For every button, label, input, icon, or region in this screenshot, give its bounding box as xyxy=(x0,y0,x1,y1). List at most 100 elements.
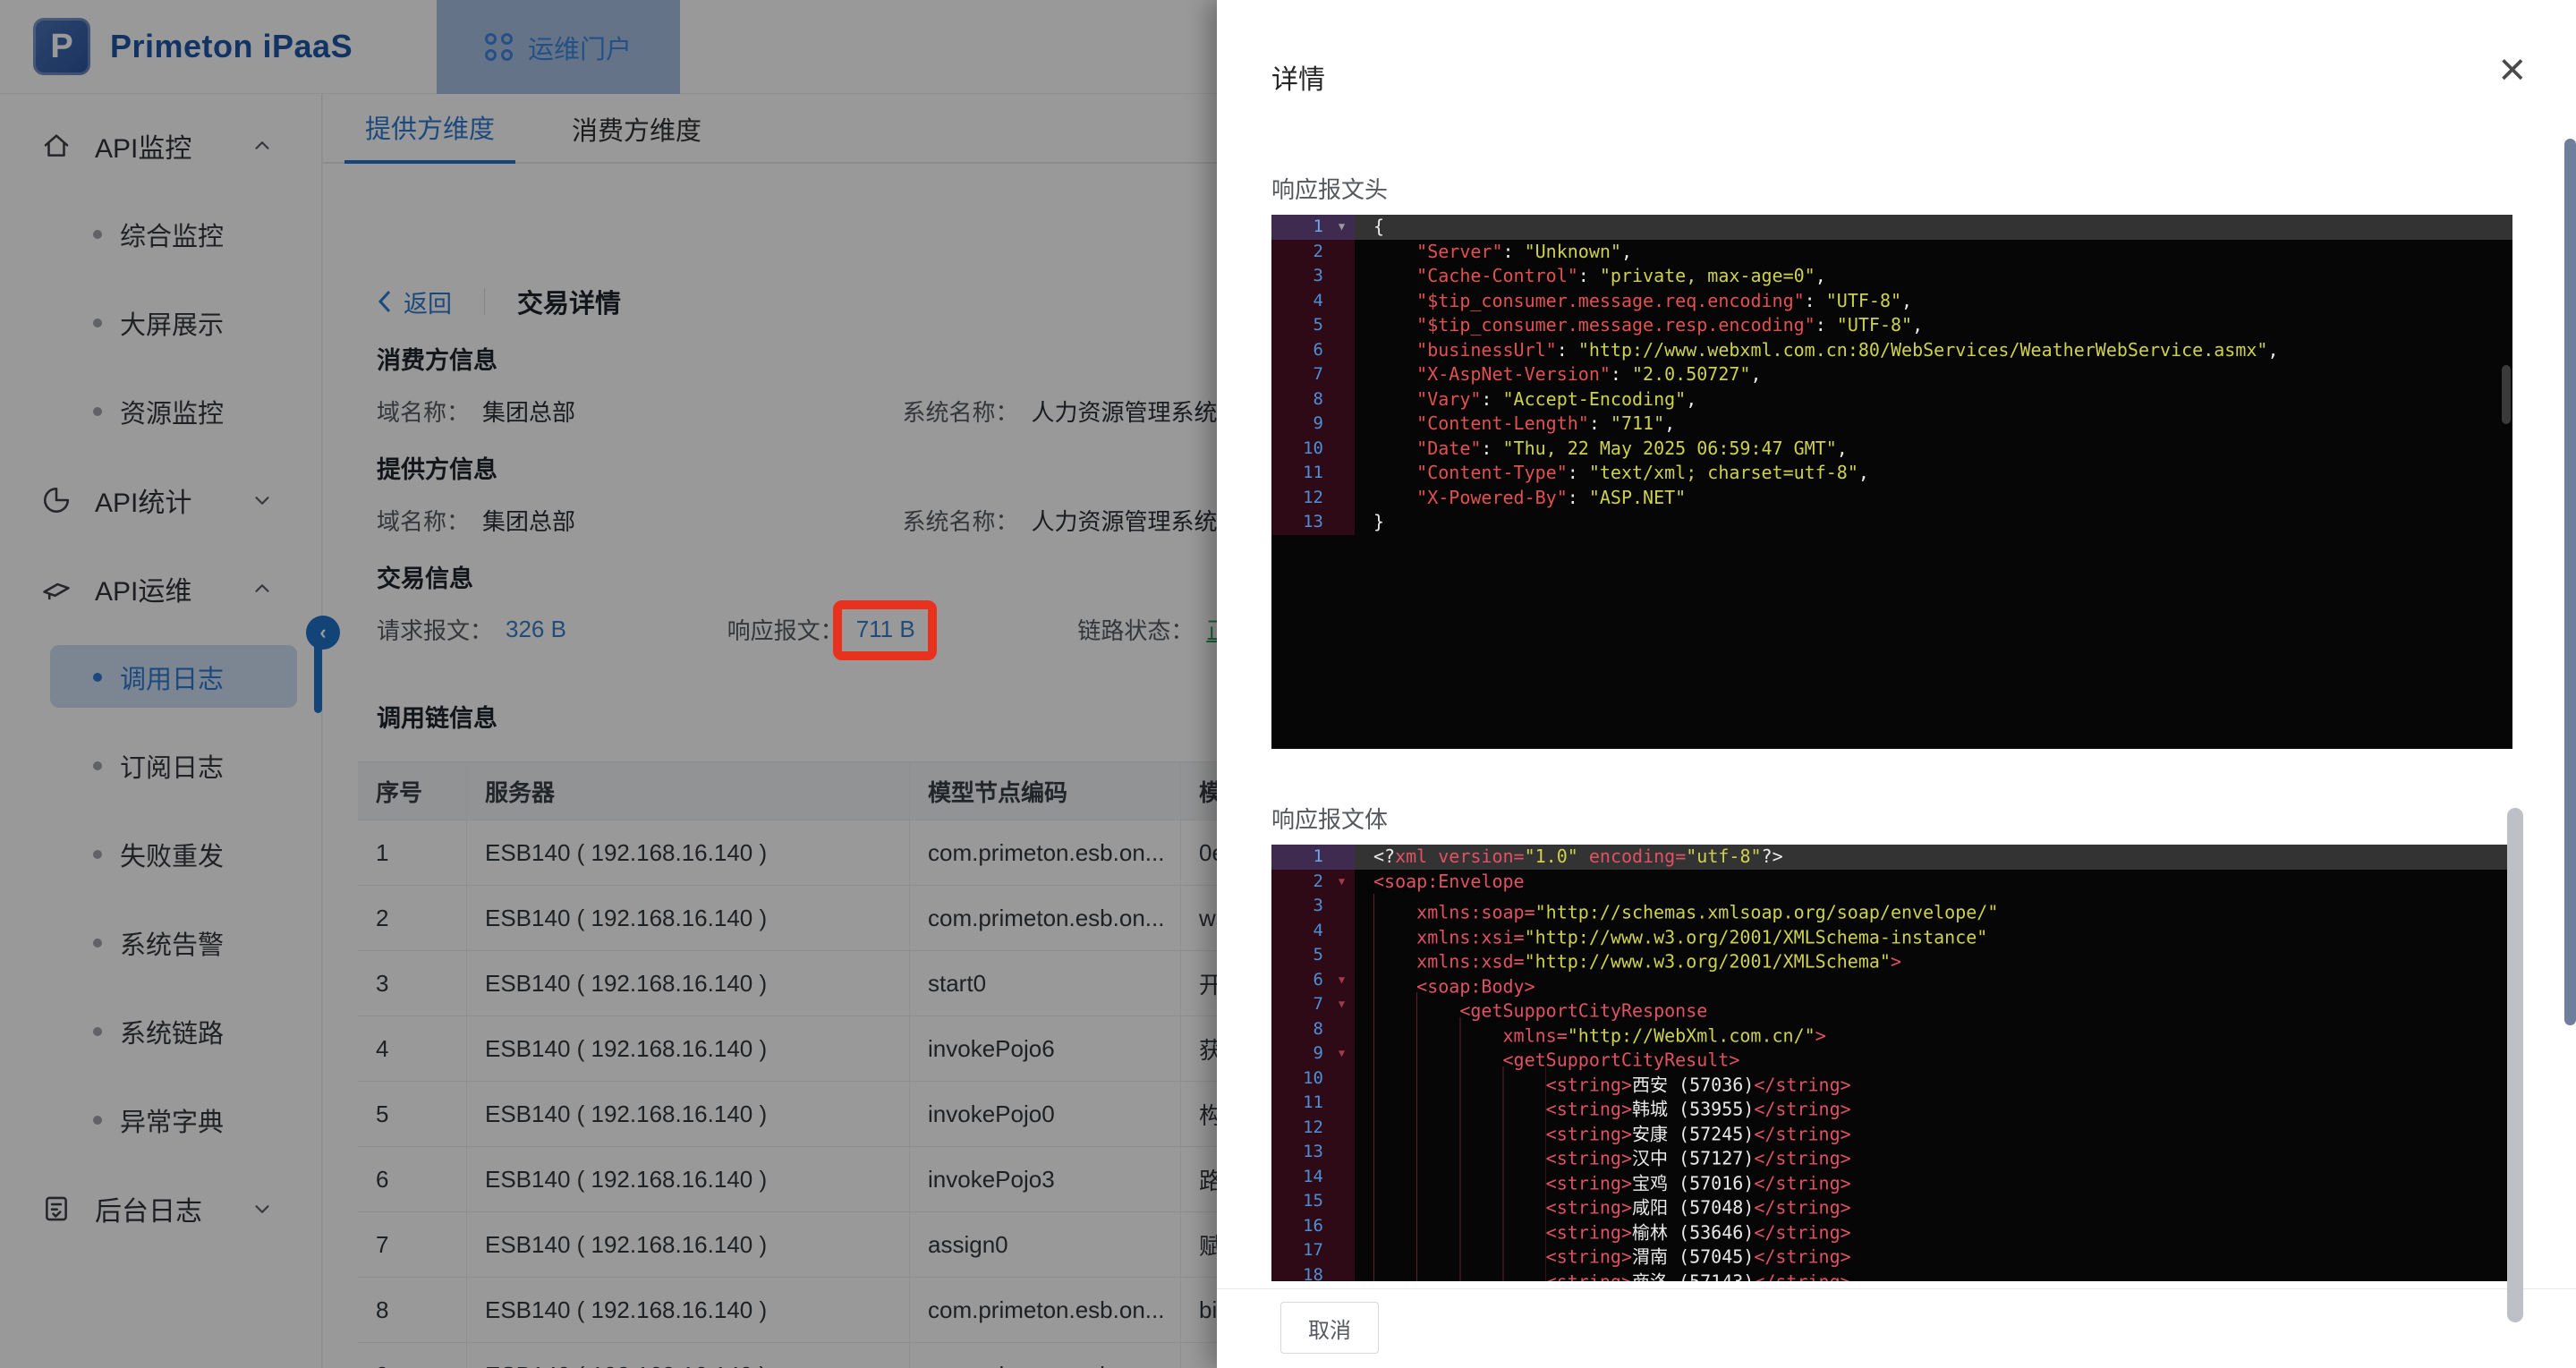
fold-gutter xyxy=(1329,1066,1355,1091)
token: "ASP.NET" xyxy=(1588,486,1687,508)
indent-guides xyxy=(1373,894,1417,919)
indent-guides xyxy=(1373,1140,1546,1165)
token: "Date" xyxy=(1416,437,1482,459)
fold-gutter xyxy=(1329,1115,1355,1140)
token: : xyxy=(1481,437,1503,459)
code-line: 13} xyxy=(1271,510,2512,535)
fold-gutter xyxy=(1329,362,1355,387)
fold-arrow-icon[interactable]: ▼ xyxy=(1329,967,1355,992)
code-line: 4 "$tip_consumer.message.req.encoding": … xyxy=(1271,288,2512,313)
token: : xyxy=(1556,338,1578,361)
token: > xyxy=(1890,950,1902,973)
line-number: 15 xyxy=(1271,1189,1329,1214)
page-scrollbar-thumb[interactable] xyxy=(2564,139,2576,1025)
token: "businessUrl" xyxy=(1416,338,1557,361)
token: , xyxy=(1901,289,1913,311)
indent-guides xyxy=(1373,1238,1546,1263)
code-line: 11 <string>韩城 (53955)</string> xyxy=(1271,1091,2512,1120)
line-number: 2 xyxy=(1271,869,1329,894)
code-line: 8 "Vary": "Accept-Encoding", xyxy=(1271,387,2512,412)
fold-gutter xyxy=(1329,387,1355,412)
token: "http://www.webxml.com.cn:80/WebServices… xyxy=(1577,338,2268,361)
drawer-scrollbar-thumb[interactable] xyxy=(2507,808,2523,1322)
line-number: 10 xyxy=(1271,436,1329,461)
code-line: 17 <string>渭南 (57045)</string> xyxy=(1271,1238,2512,1268)
code-line: 8 xmlns="http://WebXml.com.cn/"> xyxy=(1271,1016,2512,1046)
response-body-editor[interactable]: 1 <?xml version="1.0" encoding="utf-8"?> 2… xyxy=(1271,845,2512,1281)
fold-arrow-icon[interactable]: ▼ xyxy=(1329,869,1355,894)
line-number: 16 xyxy=(1271,1213,1329,1238)
line-number: 10 xyxy=(1271,1066,1329,1091)
line-number: 4 xyxy=(1271,918,1329,943)
token: : xyxy=(1502,240,1525,262)
token: <soap:Envelope xyxy=(1373,870,1525,892)
editor-scrollbar-thumb[interactable] xyxy=(2502,365,2511,424)
fold-gutter xyxy=(1329,1140,1355,1165)
close-icon[interactable]: × xyxy=(2499,47,2526,93)
code-line: 10 <string>西安 (57036)</string> xyxy=(1271,1066,2512,1095)
token: , xyxy=(1912,314,1924,336)
token: "Cache-Control" xyxy=(1416,265,1578,286)
token: : xyxy=(1610,363,1633,385)
code-line: 10 "Date": "Thu, 22 May 2025 06:59:47 GM… xyxy=(1271,436,2512,461)
code-line: 12 "X-Powered-By": "ASP.NET" xyxy=(1271,485,2512,510)
code-lines: 1 ▼{2 "Server": "Unknown", 3 "Cache-Contro… xyxy=(1271,215,2512,535)
code-line: 16 <string>榆林 (53646)</string> xyxy=(1271,1213,2512,1243)
code-line: 1 ▼ { xyxy=(1271,215,2512,240)
line-number: 11 xyxy=(1271,461,1329,486)
fold-arrow-icon[interactable]: ▼ xyxy=(1329,215,1355,240)
line-number: 2 xyxy=(1271,239,1329,264)
token: : xyxy=(1567,486,1589,508)
code-line: 15 <string>咸阳 (57048)</string> xyxy=(1271,1189,2512,1219)
fold-gutter xyxy=(1329,1016,1355,1041)
code-line: 2 ▼ <soap:Envelope xyxy=(1271,869,2512,894)
code-line: 1 <?xml version="1.0" encoding="utf-8"?> xyxy=(1271,845,2512,870)
indent-guides xyxy=(1373,992,1460,1017)
token: "http://www.w3.org/2001/XMLSchema" xyxy=(1524,950,1891,973)
code-line: 5 xmlns:xsd="http://www.w3.org/2001/XMLSc… xyxy=(1271,943,2512,973)
fold-gutter xyxy=(1329,436,1355,461)
token: : xyxy=(1588,412,1611,434)
code-line: 3 "Cache-Control": "private, max-age=0", xyxy=(1271,264,2512,289)
cancel-button[interactable]: 取消 xyxy=(1280,1302,1379,1354)
line-number: 9 xyxy=(1271,412,1329,437)
drawer-title: 详情 xyxy=(1271,65,1325,95)
token: , xyxy=(1686,387,1697,410)
fold-gutter xyxy=(1329,894,1355,919)
indent-guides xyxy=(1373,1262,1546,1281)
indent-guides xyxy=(1373,1164,1546,1189)
indent-guides xyxy=(1373,1066,1546,1091)
code-line: 18 <string>商洛 (57143)</string> xyxy=(1271,1262,2512,1281)
indent-guides xyxy=(1373,1091,1546,1116)
code-line: 11 "Content-Type": "text/xml; charset=ut… xyxy=(1271,461,2512,486)
code-lines: 1 <?xml version="1.0" encoding="utf-8"?> 2… xyxy=(1271,845,2512,1281)
line-number: 17 xyxy=(1271,1238,1329,1263)
fold-gutter xyxy=(1329,1238,1355,1263)
indent-guides xyxy=(1373,1115,1546,1140)
line-number: 5 xyxy=(1271,943,1329,968)
code-line: 9 "Content-Length": "711", xyxy=(1271,412,2512,437)
token: encoding= xyxy=(1588,845,1687,867)
line-number: 8 xyxy=(1271,387,1329,412)
response-headers-editor[interactable]: 1 ▼{2 "Server": "Unknown", 3 "Cache-Contro… xyxy=(1271,215,2512,749)
fold-arrow-icon[interactable]: ▼ xyxy=(1329,1041,1355,1066)
token: xml xyxy=(1395,845,1428,867)
token: "Thu, 22 May 2025 06:59:47 GMT" xyxy=(1502,437,1837,459)
token: : xyxy=(1804,289,1826,311)
token: "utf-8" xyxy=(1686,845,1762,867)
token: : xyxy=(1567,462,1589,483)
token: , xyxy=(1858,462,1869,483)
token: "$tip_consumer.message.resp.encoding" xyxy=(1416,314,1815,336)
token: "text/xml; charset=utf-8" xyxy=(1588,462,1858,483)
line-number: 12 xyxy=(1271,485,1329,510)
line-number: 1 xyxy=(1271,845,1329,870)
fold-arrow-icon[interactable]: ▼ xyxy=(1329,992,1355,1017)
indent-guides xyxy=(1373,943,1417,968)
